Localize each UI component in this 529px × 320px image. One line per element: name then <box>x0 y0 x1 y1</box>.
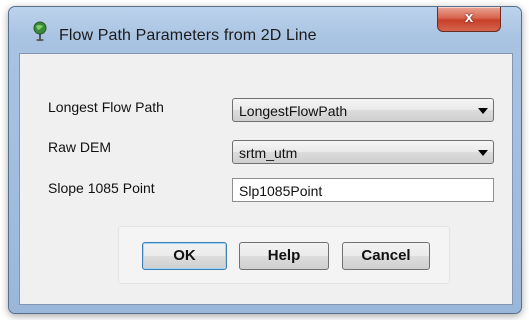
chevron-down-icon <box>478 108 488 114</box>
help-button[interactable]: Help <box>239 242 329 270</box>
longest-flow-path-label: Longest Flow Path <box>48 99 164 115</box>
longest-flow-path-combo[interactable]: LongestFlowPath <box>232 98 494 122</box>
slope-1085-point-value: Slp1085Point <box>239 183 323 199</box>
close-icon: x <box>464 9 474 26</box>
dialog-window: Flow Path Parameters from 2D Line x Long… <box>8 6 522 314</box>
longest-flow-path-value: LongestFlowPath <box>239 103 348 119</box>
dialog-body: Longest Flow Path LongestFlowPath Raw DE… <box>19 53 513 305</box>
close-button[interactable]: x <box>437 7 501 32</box>
button-group: OK Help Cancel <box>118 226 450 284</box>
slope-1085-point-field[interactable]: Slp1085Point <box>232 178 494 202</box>
chevron-down-icon <box>478 150 488 156</box>
globe-pin-icon <box>33 21 47 41</box>
window-title: Flow Path Parameters from 2D Line <box>59 27 317 44</box>
cancel-button[interactable]: Cancel <box>342 242 430 270</box>
title-bar[interactable]: Flow Path Parameters from 2D Line x <box>9 7 521 53</box>
ok-button[interactable]: OK <box>142 242 227 270</box>
raw-dem-label: Raw DEM <box>48 139 112 155</box>
raw-dem-combo[interactable]: srtm_utm <box>232 140 494 164</box>
raw-dem-value: srtm_utm <box>239 145 298 161</box>
slope-1085-point-label: Slope 1085 Point <box>48 180 155 196</box>
